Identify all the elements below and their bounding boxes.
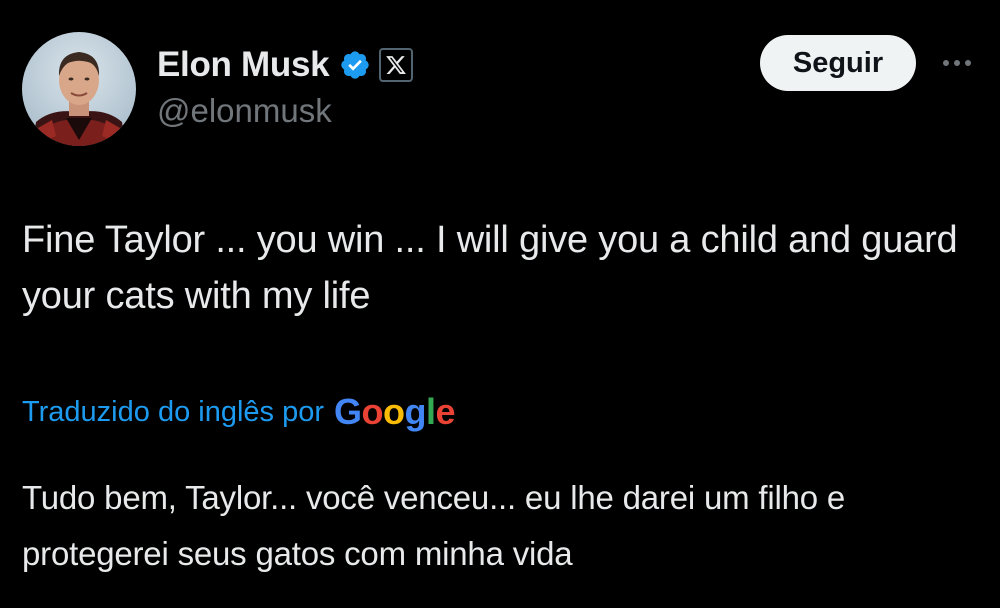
google-logo-letter: o (383, 391, 405, 432)
translation-attribution[interactable]: Traduzido do inglês por Google (22, 388, 456, 436)
author-handle[interactable]: @elonmusk (157, 92, 332, 130)
translated-tweet-text: Tudo bem, Taylor... você venceu... eu lh… (22, 479, 846, 572)
google-logo-letter: o (361, 391, 384, 432)
avatar[interactable] (22, 32, 136, 146)
verified-badge-icon[interactable] (339, 49, 371, 81)
google-logo-letter: e (435, 391, 456, 432)
more-dot (965, 60, 971, 66)
more-dot (954, 60, 960, 66)
author-name-row: Elon Musk (157, 42, 414, 88)
translation-label: Traduzido do inglês por (22, 395, 324, 428)
tweet-card: Elon Musk @elonmusk Seguir Fine Taylor .… (0, 0, 1000, 608)
google-logo-letter: l (426, 391, 436, 432)
google-logo-letter: g (404, 391, 427, 432)
follow-button[interactable]: Seguir (760, 35, 916, 91)
avatar-image (22, 32, 136, 146)
more-dot (943, 60, 949, 66)
x-logo-icon[interactable] (379, 48, 414, 82)
author-display-name[interactable]: Elon Musk (157, 45, 330, 85)
tweet-text: Fine Taylor ... you win ... I will give … (22, 219, 958, 317)
more-dots-icon[interactable] (934, 46, 980, 80)
google-logo-letter: G (334, 391, 362, 432)
google-logo: Google (334, 391, 456, 433)
